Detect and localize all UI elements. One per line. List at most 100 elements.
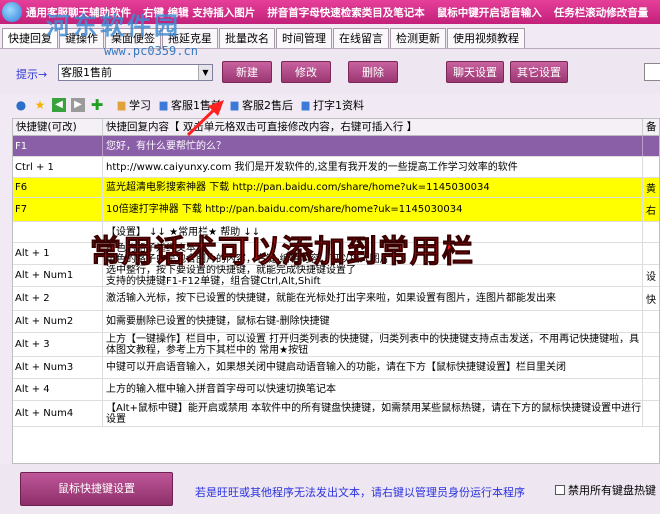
watermark-logo: 河东软件园: [46, 11, 181, 40]
mouse-hotkey-settings-button[interactable]: 鼠标快捷键设置: [20, 472, 173, 506]
content-line: 中键可以开启语音输入，如果想关闭中键启动语音输入的功能，请在下方【鼠标快捷键设置…: [106, 362, 566, 373]
app-logo-icon: [2, 2, 22, 22]
prompt-label: 提示→: [16, 68, 48, 81]
note-cell[interactable]: [643, 136, 659, 156]
admin-note: 若是旺旺或其他程序无法发出文本，请右键以管理员身份运行本程序: [195, 486, 525, 499]
tab-video-tutorial[interactable]: 使用视频教程: [447, 28, 525, 48]
other-settings-button[interactable]: 其它设置: [510, 61, 568, 83]
content-cell[interactable]: 中键可以开启语音输入，如果想关闭中键启动语音输入的功能，请在下方【鼠标快捷键设置…: [103, 357, 643, 378]
chat-settings-button[interactable]: 聊天设置: [446, 61, 504, 83]
note-cell[interactable]: [643, 157, 659, 177]
tab-batch-rename[interactable]: 批量改名: [219, 28, 275, 48]
star-icon[interactable]: ★: [33, 98, 47, 112]
doc-icon: ▆: [230, 99, 239, 111]
tab-online-message[interactable]: 在线留言: [333, 28, 389, 48]
footer: 鼠标快捷键设置 若是旺旺或其他程序无法发出文本，请右键以管理员身份运行本程序 禁…: [0, 464, 660, 514]
hotkey-cell[interactable]: Alt + Num2: [13, 311, 103, 332]
content-line: 激活输入光标，按下已设置的快捷键，就能在光标处打出字来啦，如果设置有图片，连图片…: [106, 293, 556, 304]
column-header-hotkey[interactable]: 快捷键(可改): [13, 119, 103, 135]
table-row[interactable]: Ctrl + 1 http://www.caiyunxy.com 我们是开发软件的…: [13, 157, 659, 178]
table-row[interactable]: Alt + 2 激活输入光标，按下已设置的快捷键，就能在光标处打出字来啦，如果设置…: [13, 287, 659, 311]
common-item-service1[interactable]: ▆ 客服1售前: [158, 97, 222, 113]
table-row[interactable]: Alt + Num2 如需要删除已设置的快捷键，鼠标右键-删除快捷键: [13, 311, 659, 333]
column-header-note[interactable]: 备: [643, 119, 659, 135]
disable-hotkeys-checkbox[interactable]: 禁用所有键盘热键: [555, 482, 656, 498]
category-select[interactable]: 客服1售前 ▼: [58, 64, 213, 81]
table-row[interactable]: F1 您好，有什么要帮忙的么？: [13, 136, 659, 157]
content-cell[interactable]: 激活输入光标，按下已设置的快捷键，就能在光标处打出字来啦，如果设置有图片，连图片…: [103, 287, 643, 310]
hotkey-cell[interactable]: Alt + 2: [13, 287, 103, 310]
content-cell[interactable]: 【Alt+鼠标中键】能开启或禁用 本软件中的所有键盘快捷键，如需禁用某些鼠标热键…: [103, 401, 643, 426]
content-line: 上方【一键操作】栏目中，可以设置 打开归类列表的快捷键，归类列表中的快捷键支持点…: [106, 333, 640, 356]
table-row[interactable]: F7 10倍速打字神器 下载 http://pan.baidu.com/share…: [13, 198, 659, 222]
doc-icon: ▆: [301, 99, 310, 111]
title-segment: 拼音首字母快速检索类目及笔记本: [267, 6, 425, 19]
common-bar: ● ★ ◀ ▶ ✚ ▆ 学习 ▆ 客服1售前 ▆ 客服2售后 ▆ 打字1资料: [0, 94, 660, 116]
title-segment: 鼠标中键开启语音输入: [436, 6, 542, 19]
content-line: 上方的输入框中输入拼音首字母可以快速切换笔记本: [106, 384, 336, 395]
globe-icon[interactable]: ●: [14, 98, 28, 112]
table-row[interactable]: F6 蓝光超清电影搜索神器 下载 http://pan.baidu.com/sha…: [13, 178, 659, 198]
note-cell[interactable]: 黄: [643, 178, 659, 197]
note-cell[interactable]: [643, 311, 659, 332]
common-item-study[interactable]: ▆ 学习: [116, 97, 151, 113]
common-item-service2[interactable]: ▆ 客服2售后: [229, 97, 293, 113]
hotkey-cell[interactable]: F1: [13, 136, 103, 156]
table-body: F1 您好，有什么要帮忙的么？ Ctrl + 1 http://www.caiyunx…: [13, 136, 659, 427]
note-cell[interactable]: [643, 401, 659, 426]
content-cell[interactable]: 上方【一键操作】栏目中，可以设置 打开归类列表的快捷键，归类列表中的快捷键支持点…: [103, 333, 643, 356]
note-cell[interactable]: [643, 379, 659, 400]
table-header: 快捷键(可改) 快捷回复内容【 双击单元格双击可直接修改内容，右键可插入行 】 …: [13, 119, 659, 136]
search-input[interactable]: [644, 63, 660, 81]
chevron-down-icon[interactable]: ▼: [198, 65, 212, 80]
content-cell[interactable]: 上方的输入框中输入拼音首字母可以快速切换笔记本: [103, 379, 643, 400]
annotation-banner: 常用话术可以添加到常用栏: [90, 234, 474, 271]
note-cell[interactable]: 快: [643, 287, 659, 310]
hotkey-cell[interactable]: F7: [13, 198, 103, 221]
edit-button[interactable]: 修改: [281, 61, 331, 83]
hotkey-cell[interactable]: F6: [13, 178, 103, 197]
column-header-content[interactable]: 快捷回复内容【 双击单元格双击可直接修改内容，右键可插入行 】: [103, 119, 643, 135]
note-cell[interactable]: [643, 243, 659, 264]
table-row[interactable]: Alt + 3 上方【一键操作】栏目中，可以设置 打开归类列表的快捷键，归类列表中…: [13, 333, 659, 357]
note-cell[interactable]: [643, 333, 659, 356]
reply-table: 快捷键(可改) 快捷回复内容【 双击单元格双击可直接修改内容，右键可插入行 】 …: [12, 118, 660, 464]
delete-button[interactable]: 删除: [348, 61, 398, 83]
note-cell[interactable]: 设: [643, 265, 659, 286]
note-cell[interactable]: 右: [643, 198, 659, 221]
content-line: 支持的快捷键F1-F12单键，组合键Ctrl,Alt,Shift: [106, 275, 321, 287]
forward-icon[interactable]: ▶: [71, 98, 85, 112]
content-cell[interactable]: 如需要删除已设置的快捷键，鼠标右键-删除快捷键: [103, 311, 643, 332]
content-cell[interactable]: 蓝光超清电影搜索神器 下载 http://pan.baidu.com/share…: [103, 178, 643, 197]
note-cell[interactable]: [643, 357, 659, 378]
table-row[interactable]: Alt + Num4 【Alt+鼠标中键】能开启或禁用 本软件中的所有键盘快捷键，…: [13, 401, 659, 427]
hotkey-cell[interactable]: Alt + 3: [13, 333, 103, 356]
watermark-url: www.pc0359.cn: [104, 44, 198, 58]
content-line: 如需要删除已设置的快捷键，鼠标右键-删除快捷键: [106, 316, 330, 327]
new-button[interactable]: 新建: [222, 61, 272, 83]
note-cell[interactable]: [643, 222, 659, 242]
content-cell[interactable]: 10倍速打字神器 下载 http://pan.baidu.com/share/h…: [103, 198, 643, 221]
title-segment: 任务栏滚动修改音量: [553, 6, 649, 19]
category-select-value: 客服1售前: [61, 66, 112, 79]
hotkey-cell[interactable]: Alt + Num3: [13, 357, 103, 378]
content-cell[interactable]: 您好，有什么要帮忙的么？: [103, 136, 643, 156]
content-line: 蓝光超清电影搜索神器 下载 http://pan.baidu.com/share…: [106, 182, 490, 193]
hotkey-cell[interactable]: Ctrl + 1: [13, 157, 103, 177]
tab-time-management[interactable]: 时间管理: [276, 28, 332, 48]
content-line: 【Alt+鼠标中键】能开启或禁用 本软件中的所有键盘快捷键，如需禁用某些鼠标热键…: [106, 402, 642, 425]
checkbox-box[interactable]: [555, 485, 565, 495]
table-row[interactable]: Alt + Num3 中键可以开启语音输入，如果想关闭中键启动语音输入的功能，请在…: [13, 357, 659, 379]
common-item-typing[interactable]: ▆ 打字1资料: [300, 97, 364, 113]
tab-check-update[interactable]: 检测更新: [390, 28, 446, 48]
content-cell[interactable]: http://www.caiyunxy.com 我们是开发软件的,这里有我开发的…: [103, 157, 643, 177]
hotkey-cell[interactable]: Alt + Num4: [13, 401, 103, 426]
back-icon[interactable]: ◀: [52, 98, 66, 112]
checkbox-label: 禁用所有键盘热键: [568, 484, 656, 497]
folder-icon: ▆: [117, 99, 126, 111]
table-row[interactable]: Alt + 4 上方的输入框中输入拼音首字母可以快速切换笔记本: [13, 379, 659, 401]
content-line: 10倍速打字神器 下载 http://pan.baidu.com/share/h…: [106, 204, 463, 215]
plus-icon[interactable]: ✚: [90, 98, 104, 113]
hotkey-cell[interactable]: Alt + 4: [13, 379, 103, 400]
doc-icon: ▆: [159, 99, 168, 111]
